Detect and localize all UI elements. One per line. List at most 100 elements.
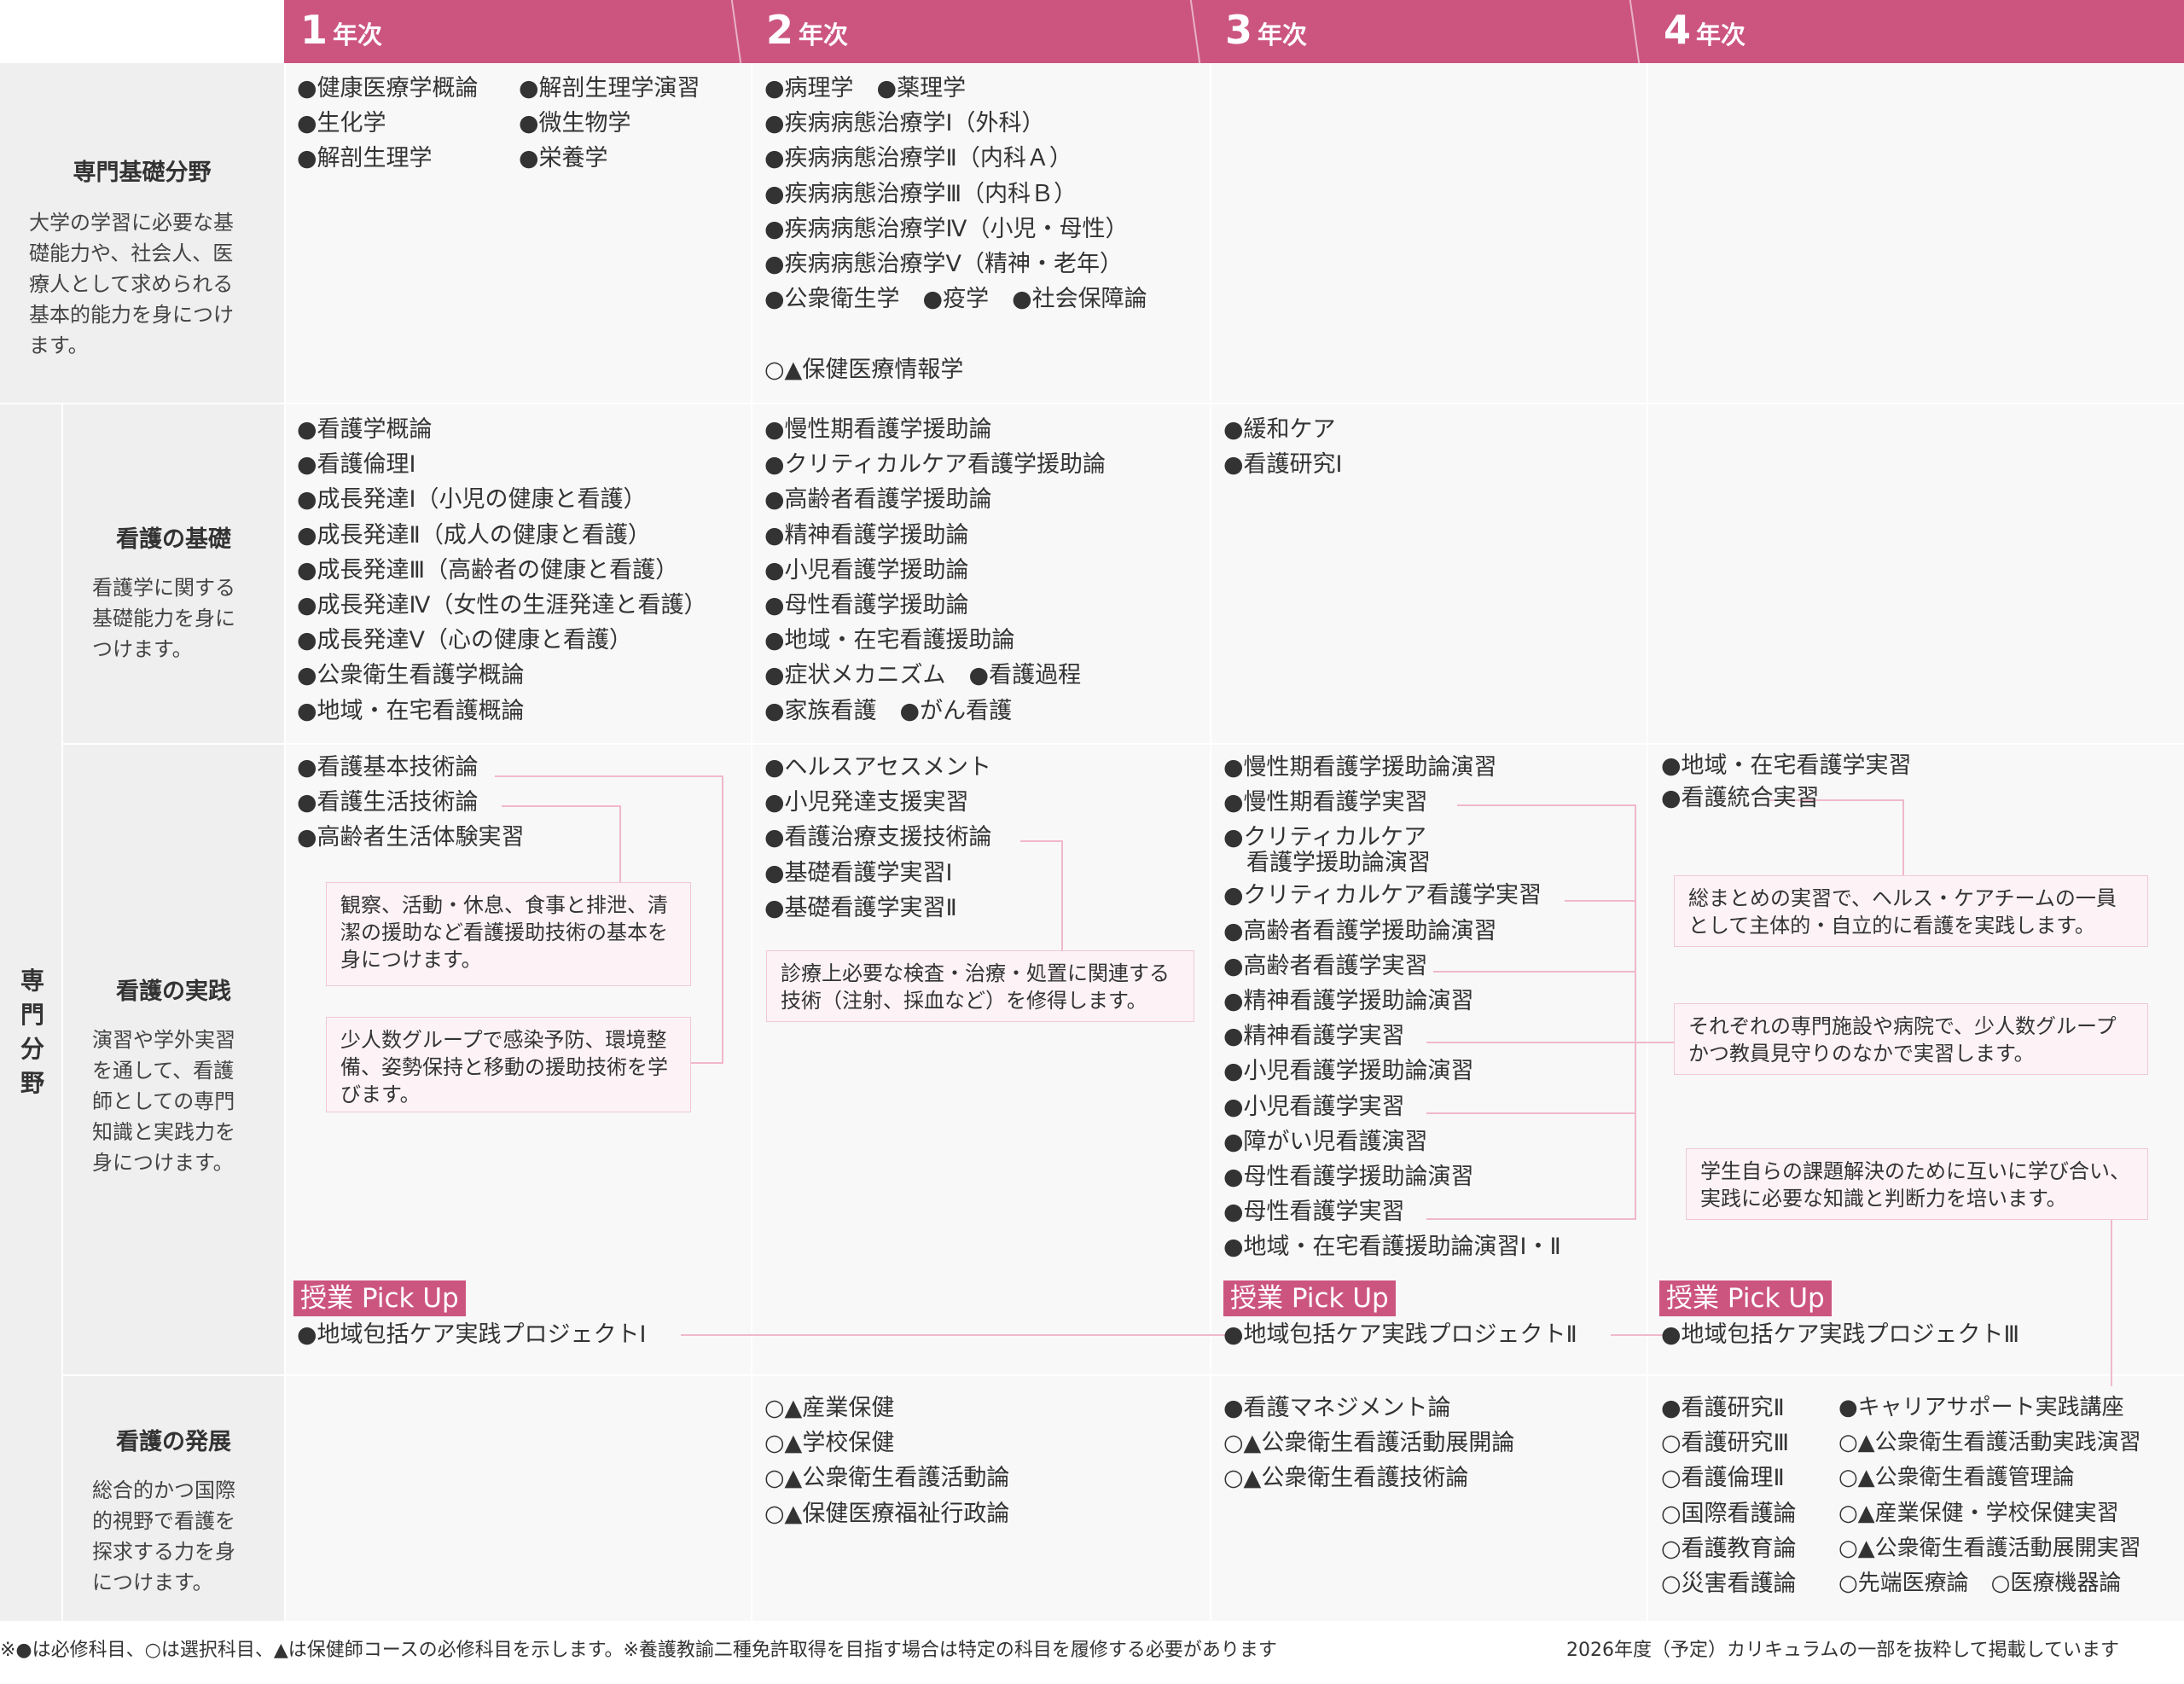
course-item: ●看護統合実習 <box>1661 785 1820 811</box>
course-item: ○▲公衆衛生看護活動実践演習 <box>1838 1430 2141 1456</box>
connector-line <box>1565 900 1636 902</box>
development-y4-list-b: ●キャリアサポート実践講座 ○▲公衆衛生看護活動実践演習 ○▲公衆衛生看護管理論… <box>1838 1391 2141 1601</box>
course-item: ●地域・在宅看護学実習 <box>1661 752 1912 779</box>
development-y3-list: ●看護マネジメント論 ○▲公衆衛生看護活動展開論 ○▲公衆衛生看護技術論 <box>1223 1391 1514 1496</box>
connector-line <box>1611 1334 1664 1336</box>
column-divider <box>1210 63 1211 1621</box>
course-item: ●高齢者生活体験実習 <box>297 824 525 851</box>
course-item: ●生化学 <box>297 110 386 137</box>
basics-category: 看護の基礎 看護学に関する 基礎能力を身に つけます。 <box>63 520 284 665</box>
course-item <box>764 316 1147 351</box>
course-item: ●公衆衛生学 ●疫学 ●社会保障論 <box>764 286 1147 313</box>
course-item: ○看護教育論 <box>1661 1535 1797 1562</box>
course-item: ●小児看護学実習 <box>1223 1093 1405 1120</box>
course-item: ●看護学概論 <box>297 416 433 443</box>
category-description: 演習や学外実習 を通して、看護 師としての専門 知識と実践力を 身につけます。 <box>92 1028 235 1175</box>
course-item: ●疾病病態治療学Ⅱ（内科Ａ） <box>764 145 1072 172</box>
course-item: ●クリティカルケア看護学援助論 <box>764 451 1106 479</box>
course-item: ●母性看護学援助論演習 <box>1223 1163 1474 1190</box>
legend-footnote: ※●は必修科目、○は選択科目、▲は保健師コースの必修科目を示します。※養護教諭二… <box>0 1640 1277 1661</box>
course-item: ●疾病病態治療学Ⅴ（精神・老年） <box>764 250 1124 277</box>
row-divider <box>63 1374 2184 1376</box>
course-item: ●慢性期看護学援助論演習 <box>1223 754 1497 781</box>
course-item: ○▲保健医療情報学 <box>764 356 964 383</box>
connector-line <box>619 805 621 882</box>
basics-y1-list: ●看護学概論 ●看護倫理Ⅰ ●成長発達Ⅰ（小児の健康と看護） ●成長発達Ⅱ（成人… <box>297 412 706 729</box>
course-item: ○▲公衆衛生看護活動論 <box>764 1465 1010 1492</box>
pickup-badge: 授業 Pick Up <box>1223 1280 1396 1316</box>
course-item: ●小児発達支援実習 <box>764 789 969 816</box>
basics-y3-list: ●緩和ケア ●看護研究Ⅰ <box>1223 412 1343 482</box>
category-title: 看護の実践 <box>116 978 231 1005</box>
connector-line <box>1061 840 1063 951</box>
connector-line <box>689 1062 723 1064</box>
course-item: ●病理学 ●薬理学 <box>764 75 967 102</box>
category-description: 総合的かつ国際 的視野で看護を 探求する力を身 につけます。 <box>92 1478 235 1594</box>
course-item: ●緩和ケア <box>1223 416 1336 443</box>
course-item: ●クリティカルケア看護学実習 <box>1223 882 1542 909</box>
course-item: ●看護基本技術論 <box>297 754 479 781</box>
course-item: ●小児看護学援助論 <box>764 556 969 584</box>
course-item: ○▲保健医療福祉行政論 <box>764 1500 1010 1527</box>
course-item: ●看護研究Ⅱ <box>1661 1395 1785 1421</box>
course-item: ○▲学校保健 <box>764 1430 895 1457</box>
year-3-header: 3 年次 <box>1225 7 1308 53</box>
pickup-badge: 授業 Pick Up <box>1659 1280 1832 1316</box>
development-y4-list-a: ●看護研究Ⅱ ○看護研究Ⅲ ○看護倫理Ⅱ ○国際看護論 ○看護教育論 ○災害看護… <box>1661 1391 1797 1601</box>
course-item: ○災害看護論 <box>1661 1570 1797 1597</box>
foundation-y1-list-a: ●健康医療学概論 ●生化学 ●解剖生理学 <box>297 71 479 177</box>
course-item: ●成長発達Ⅱ（成人の健康と看護） <box>297 521 651 549</box>
course-item: ●疾病病態治療学Ⅰ（外科） <box>764 110 1045 137</box>
course-item: ●看護マネジメント論 <box>1223 1395 1451 1421</box>
year-2-header: 2 年次 <box>766 7 849 53</box>
development-category: 看護の発展 総合的かつ国際 的視野で看護を 探求する力を身 につけます。 <box>63 1423 284 1598</box>
category-description: 大学の学習に必要な基 礎能力や、社会人、医 療人として求められる 基本的能力を身… <box>29 211 234 357</box>
category-description: 看護学に関する 基礎能力を身に つけます。 <box>92 576 235 661</box>
course-item: ●疾病病態治療学Ⅲ（内科Ｂ） <box>764 180 1077 207</box>
category-title: 専門基礎分野 <box>73 160 212 186</box>
practice-y1-list: ●看護基本技術論 ●看護生活技術論 ●高齢者生活体験実習 <box>297 750 525 856</box>
course-item: ●栄養学 <box>519 145 608 172</box>
practice-y2-list: ●ヘルスアセスメント ●小児発達支援実習 ●看護治療支援技術論 ●基礎看護学実習… <box>764 750 992 926</box>
course-item: ●微生物学 <box>519 110 631 137</box>
course-item: ●症状メカニズム ●看護過程 <box>764 662 1082 689</box>
course-item: ●母性看護学実習 <box>1223 1199 1405 1226</box>
course-item: ○国際看護論 <box>1661 1500 1797 1527</box>
course-item: ●精神看護学援助論演習 <box>1223 987 1474 1014</box>
practice-category: 看護の実践 演習や学外実習 を通して、看護 師としての専門 知識と実践力を 身に… <box>63 973 284 1178</box>
course-item: ●基礎看護学実習Ⅱ <box>764 894 957 921</box>
course-item: ○▲公衆衛生看護技術論 <box>1223 1465 1469 1492</box>
course-item: ●キャリアサポート実践講座 <box>1838 1395 2124 1420</box>
year-1-header: 1 年次 <box>300 7 383 53</box>
row-divider <box>0 403 2184 404</box>
course-item: ●高齢者看護学実習 <box>1223 952 1428 979</box>
note-box: 観察、活動・休息、食事と排泄、清潔の援助など看護援助技術の基本を身につけます。 <box>326 882 691 986</box>
course-item: ○看護研究Ⅲ <box>1661 1430 1790 1457</box>
year-4-header: 4 年次 <box>1664 7 1746 53</box>
course-item: ○▲公衆衛生看護管理論 <box>1838 1465 2075 1491</box>
course-item: ○▲産業保健・学校保健実習 <box>1838 1500 2119 1526</box>
foundation-y1-list-b: ●解剖生理学演習 ●微生物学 ●栄養学 <box>519 71 700 177</box>
course-item: ●公衆衛生看護学概論 <box>297 662 525 689</box>
course-item: ●成長発達Ⅳ（女性の生涯発達と看護） <box>297 591 707 618</box>
course-item: ○先端医療論 ○医療機器論 <box>1838 1570 2122 1596</box>
course-item: ●高齢者看護学援助論演習 <box>1223 917 1497 944</box>
category-title: 看護の基礎 <box>116 526 231 553</box>
course-item: ●地域・在宅看護援助論演習Ⅰ・Ⅱ <box>1223 1234 1561 1261</box>
column-divider <box>284 63 286 1621</box>
connector-line <box>722 775 723 1064</box>
course-item: ○▲公衆衛生看護活動展開実習 <box>1838 1535 2141 1561</box>
practice-y4-list: ●地域・在宅看護学実習 ●看護統合実習 <box>1661 750 1912 815</box>
pickup-course: ●地域包括ケア実践プロジェクトⅡ <box>1223 1321 1577 1348</box>
course-item: ●ヘルスアセスメント <box>764 754 992 781</box>
course-item: ●看護倫理Ⅰ <box>297 451 416 479</box>
category-title: 看護の発展 <box>116 1429 231 1455</box>
course-item: ●精神看護学援助論 <box>764 521 969 549</box>
connector-line <box>681 1334 1225 1336</box>
foundation-y2-list: ●病理学 ●薬理学 ●疾病病態治療学Ⅰ（外科） ●疾病病態治療学Ⅱ（内科Ａ） ●… <box>764 71 1147 387</box>
course-item: ●クリティカルケア <box>1223 824 1426 851</box>
course-item: ●地域・在宅看護援助論 <box>764 627 1015 654</box>
pickup-course: ●地域包括ケア実践プロジェクトⅢ <box>1661 1321 2020 1348</box>
course-item: ○▲産業保健 <box>764 1395 895 1421</box>
practice-y3-list: ●慢性期看護学援助論演習 ●慢性期看護学実習 ●クリティカルケア 看護学援助論演… <box>1223 750 1561 1264</box>
